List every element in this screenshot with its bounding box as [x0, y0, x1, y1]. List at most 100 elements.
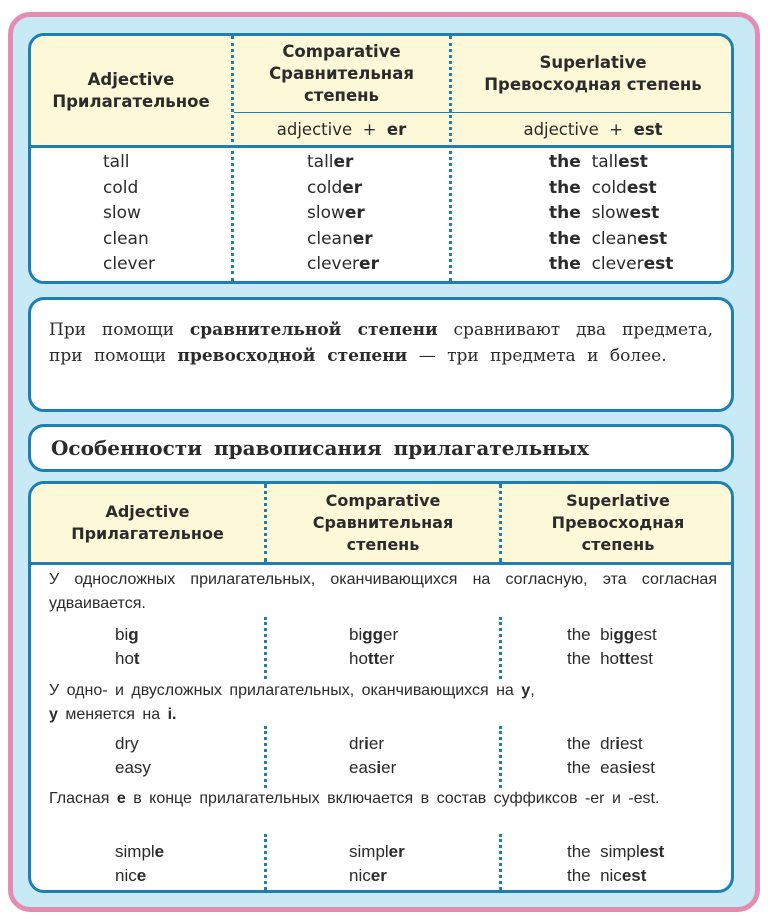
word-stem: easy	[115, 758, 151, 777]
note-part: При помощи	[49, 320, 190, 340]
superlative-cell: the tallest	[549, 150, 648, 175]
adjective-cell: clean	[103, 227, 149, 252]
word-stem: clever	[591, 254, 644, 274]
header-superlative: Superlative Превосходная степень	[502, 484, 731, 562]
header-superlative: Superlative Превосходная степень	[452, 36, 731, 112]
changed-letters: e	[136, 866, 147, 885]
word-suffix: er	[368, 734, 384, 753]
adjective-word: tall	[103, 152, 130, 172]
changed-letters: t	[133, 649, 140, 668]
word-suffix: er	[379, 649, 395, 668]
changed-letters: er	[370, 866, 387, 885]
article: the	[549, 203, 581, 223]
example-group: dry drier the driest easy easier the easiest	[31, 726, 731, 788]
comparative-cell: nicer	[349, 864, 387, 888]
comparative-cell: easier	[349, 756, 396, 780]
adjective-word: slow	[103, 203, 141, 223]
superlative-cell: the cleanest	[549, 227, 667, 252]
header-ru: Превосходная	[551, 513, 685, 532]
table-header: Adjective Прилагательное Comparative Сра…	[31, 484, 731, 565]
adjective-cell: tall	[103, 150, 130, 175]
comparative-cell: bigger	[349, 623, 398, 647]
comparative-cell: cleaner	[307, 227, 373, 252]
column-divider	[499, 617, 502, 679]
word-suffix: er	[383, 625, 399, 644]
header-ru: степень	[304, 86, 379, 105]
example-group: big bigger the biggest hot hotter the hottest	[31, 617, 731, 679]
note-emphasis: превосходной степени	[177, 346, 408, 366]
column-divider	[499, 726, 502, 788]
header-adjective: Adjective Прилагательное	[31, 36, 231, 145]
word-suffix: er	[344, 203, 365, 223]
article: the	[549, 152, 581, 172]
formula-suffix: er	[386, 119, 407, 139]
word-stem: tall	[591, 152, 619, 172]
rule-text: меняется на	[57, 706, 168, 723]
word-stem: dr	[349, 734, 365, 753]
word-suffix: er	[352, 228, 373, 249]
header-ru: Превосходная степень	[484, 75, 702, 94]
word-stem: ho	[349, 649, 368, 668]
header-ru: степень	[346, 535, 420, 554]
adjective-cell: clever	[103, 252, 155, 277]
word-stem: bi	[115, 625, 129, 644]
formula-base: adjective +	[523, 119, 634, 139]
word-suffix: er	[342, 177, 363, 198]
example-group: simple simpler the simplest nice nicer the ni…	[31, 834, 731, 890]
word-stem: cold	[307, 177, 343, 198]
header-ru: Прилагательное	[71, 524, 224, 543]
adjective-cell: dry	[115, 732, 139, 756]
header-ru: Сравнительная	[269, 64, 414, 83]
word-suffix: est	[643, 254, 674, 274]
spelling-table: Adjective Прилагательное Comparative Сра…	[28, 481, 734, 893]
superlative-cell: the hottest	[567, 647, 653, 671]
header-ru: Сравнительная	[312, 513, 454, 532]
note-emphasis: сравнительной степени	[189, 320, 438, 340]
word-stem: simpl	[349, 842, 389, 861]
superlative-cell: the easiest	[567, 756, 655, 780]
adjective-word: clean	[103, 228, 149, 249]
rule-text: Гласная	[49, 790, 117, 807]
word-suffix: est	[629, 203, 660, 223]
word-stem: ho	[115, 649, 134, 668]
word-suffix: est	[619, 734, 643, 753]
note-part: — три предмета и более.	[407, 346, 667, 366]
changed-letters: er	[388, 842, 405, 861]
column-divider	[264, 617, 267, 679]
word-suffix: est	[637, 228, 668, 249]
word-stem: the bi	[567, 625, 614, 644]
word-stem: clean	[307, 228, 353, 249]
comparative-cell: drier	[349, 732, 384, 756]
formula-base: adjective +	[276, 119, 387, 139]
header-en: Adjective	[87, 69, 175, 89]
changed-letters: e	[154, 842, 165, 861]
superlative-cell: the slowest	[549, 201, 659, 226]
word-stem: cold	[591, 177, 627, 198]
superlative-cell: the nicest	[567, 864, 646, 888]
table-header: Adjective Прилагательное Comparative Сра…	[31, 36, 731, 148]
section-heading: Особенности правописания прилагательных	[51, 436, 589, 460]
degrees-table: Adjective Прилагательное Comparative Сра…	[28, 33, 734, 284]
word-stem: clean	[591, 228, 638, 249]
header-en: Comparative	[282, 42, 401, 61]
column-divider	[499, 834, 502, 890]
word-stem: slow	[307, 203, 345, 223]
word-stem: bi	[349, 625, 363, 644]
comparative-cell: simpler	[349, 840, 405, 864]
column-divider	[264, 726, 267, 788]
note-box: При помощи сравнительной степени сравнив…	[28, 297, 734, 412]
word-suffix: est	[626, 177, 657, 198]
adjective-word: cold	[103, 177, 139, 198]
formula-suffix: est	[633, 119, 663, 139]
superlative-formula: adjective + est	[452, 116, 731, 142]
word-suffix: est	[634, 625, 657, 644]
article: the	[549, 177, 581, 198]
word-stem: the dr	[567, 734, 616, 753]
superlative-cell: the biggest	[567, 623, 657, 647]
header-ru: Прилагательное	[52, 91, 210, 111]
comparative-formula: adjective + er	[234, 116, 449, 142]
superlative-cell: the simplest	[567, 840, 664, 864]
rule-emphasis: i.	[167, 706, 177, 723]
rule-emphasis: e	[116, 790, 126, 807]
comparative-cell: hotter	[349, 647, 394, 671]
